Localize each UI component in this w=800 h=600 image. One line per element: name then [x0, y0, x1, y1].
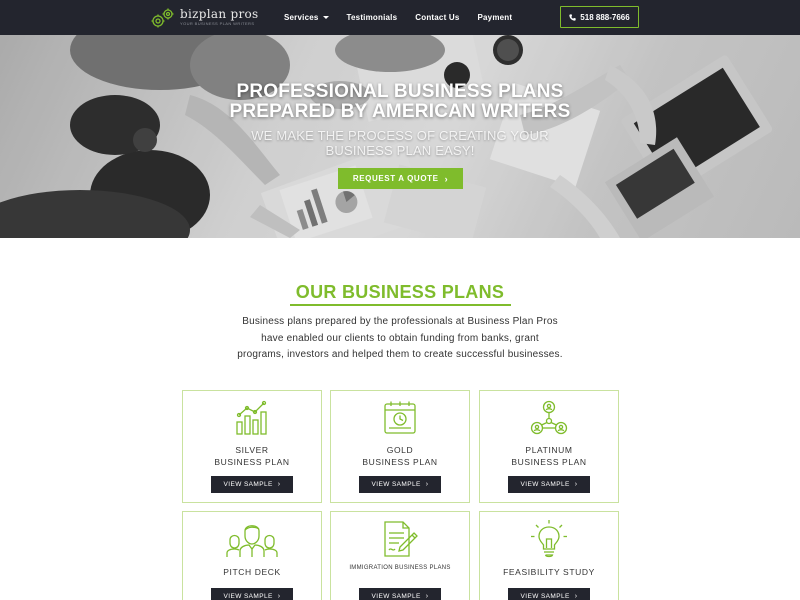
hero-title: PROFESSIONAL BUSINESS PLANS PREPARED BY … — [200, 82, 600, 122]
plan-card-title-line2: BUSINESS PLAN — [511, 456, 587, 467]
request-quote-button[interactable]: REQUEST A QUOTE › — [338, 168, 463, 189]
chevron-down-icon — [322, 16, 329, 19]
chevron-right-icon: › — [277, 593, 281, 600]
plan-card-title-line1: FEASIBILITY STUDY — [503, 567, 595, 577]
view-sample-button[interactable]: VIEW SAMPLE › — [508, 588, 590, 600]
view-sample-label: VIEW SAMPLE — [371, 481, 421, 488]
plan-card-title: PLATINUM BUSINESS PLAN — [480, 445, 618, 468]
plan-card-pitch-deck[interactable]: PITCH DECK VIEW SAMPLE › — [182, 511, 322, 600]
plan-card-immigration[interactable]: IMMIGRATION BUSINESS PLANS VIEW SAMPLE › — [330, 511, 470, 600]
plan-card-title-line1: SILVER — [235, 445, 269, 455]
plan-card-title-line2: BUSINESS PLAN — [362, 456, 438, 467]
plan-card-feasibility-study[interactable]: FEASIBILITY STUDY VIEW SAMPLE › — [479, 511, 619, 600]
chevron-right-icon: › — [425, 593, 429, 600]
chevron-right-icon: › — [574, 593, 578, 600]
document-pen-icon — [384, 521, 418, 557]
plan-card-title: PITCH DECK — [183, 567, 321, 579]
gears-lightbulb-icon — [151, 8, 174, 28]
section-title: OUR BUSINESS PLANS — [295, 282, 505, 302]
hero-subtitle: WE MAKE THE PROCESS OF CREATING YOUR BUS… — [220, 128, 580, 158]
phone-number: 518 888-7666 — [580, 12, 630, 22]
bar-chart-icon — [236, 400, 267, 435]
menu-item-label: Contact Us — [415, 13, 460, 22]
chevron-right-icon: › — [277, 481, 281, 488]
menu-item-label: Payment — [477, 13, 513, 22]
plan-card-title: FEASIBILITY STUDY — [480, 567, 618, 579]
view-sample-button[interactable]: VIEW SAMPLE › — [211, 588, 293, 600]
plan-card-title-line1: GOLD — [386, 445, 414, 455]
menu-item-testimonials[interactable]: Testimonials — [347, 13, 398, 22]
plan-card-silver[interactable]: SILVER BUSINESS PLAN VIEW SAMPLE › — [182, 390, 322, 503]
view-sample-button[interactable]: VIEW SAMPLE › — [359, 476, 441, 493]
hero-subtitle-line2: BUSINESS PLAN EASY! — [325, 143, 475, 158]
plan-card-title: GOLD BUSINESS PLAN — [331, 445, 469, 468]
hero-title-line2: PREPARED BY AMERICAN WRITERS — [229, 101, 571, 122]
top-navbar: bizplan pros your business plan writers … — [0, 0, 800, 35]
menu-item-contact-us[interactable]: Contact Us — [415, 13, 459, 22]
main-menu: Services Testimonials Contact Us Payment — [284, 0, 530, 35]
menu-item-services[interactable]: Services — [284, 13, 329, 22]
logo-tagline: your business plan writers — [180, 21, 255, 26]
plan-card-gold[interactable]: GOLD BUSINESS PLAN VIEW SAMPLE › — [330, 390, 470, 503]
view-sample-label: VIEW SAMPLE — [223, 593, 273, 600]
section-description-line1: Business plans prepared by the professio… — [242, 316, 558, 327]
plan-card-title-line2: BUSINESS PLAN — [214, 456, 290, 467]
plan-card-title: IMMIGRATION BUSINESS PLANS — [331, 563, 469, 575]
view-sample-button[interactable]: VIEW SAMPLE › — [508, 476, 590, 493]
site-logo[interactable]: bizplan pros your business plan writers — [150, 3, 262, 31]
chevron-right-icon: › — [425, 481, 429, 488]
section-description-line2: have enabled our clients to obtain fundi… — [261, 332, 539, 344]
phone-icon — [569, 13, 576, 21]
network-people-icon — [530, 400, 568, 435]
view-sample-label: VIEW SAMPLE — [520, 593, 570, 600]
hero-title-line1: PROFESSIONAL BUSINESS PLANS — [236, 81, 564, 102]
calendar-clock-icon — [384, 401, 416, 434]
hero-subtitle-line1: WE MAKE THE PROCESS OF CREATING YOUR — [251, 128, 549, 143]
plan-card-title: SILVER BUSINESS PLAN — [183, 445, 321, 468]
section-title-underline — [290, 304, 511, 306]
view-sample-label: VIEW SAMPLE — [371, 593, 421, 600]
menu-item-label: Services — [284, 13, 319, 22]
logo-name: bizplan pros — [180, 7, 259, 21]
plan-card-title-line1: IMMIGRATION BUSINESS PLANS — [349, 565, 451, 571]
section-description-line3: programs, investors and helped them to c… — [237, 349, 563, 360]
chevron-right-icon: › — [444, 173, 449, 184]
section-description: Business plans prepared by the professio… — [220, 314, 580, 364]
view-sample-button[interactable]: VIEW SAMPLE › — [359, 588, 441, 600]
view-sample-button[interactable]: VIEW SAMPLE › — [211, 476, 293, 493]
plan-card-title-line1: PITCH DECK — [223, 567, 281, 577]
hero-banner: PROFESSIONAL BUSINESS PLANS PREPARED BY … — [0, 35, 800, 238]
menu-item-label: Testimonials — [346, 13, 398, 22]
lightbulb-icon — [531, 520, 567, 558]
view-sample-label: VIEW SAMPLE — [520, 481, 570, 488]
request-quote-label: REQUEST A QUOTE — [352, 174, 439, 183]
team-icon — [226, 525, 278, 557]
plan-card-title-line1: PLATINUM — [525, 445, 573, 455]
view-sample-label: VIEW SAMPLE — [223, 481, 273, 488]
chevron-right-icon: › — [574, 481, 578, 488]
phone-button[interactable]: 518 888-7666 — [560, 6, 639, 28]
plan-card-platinum[interactable]: PLATINUM BUSINESS PLAN VIEW SAMPLE › — [479, 390, 619, 503]
menu-item-payment[interactable]: Payment — [477, 13, 512, 22]
